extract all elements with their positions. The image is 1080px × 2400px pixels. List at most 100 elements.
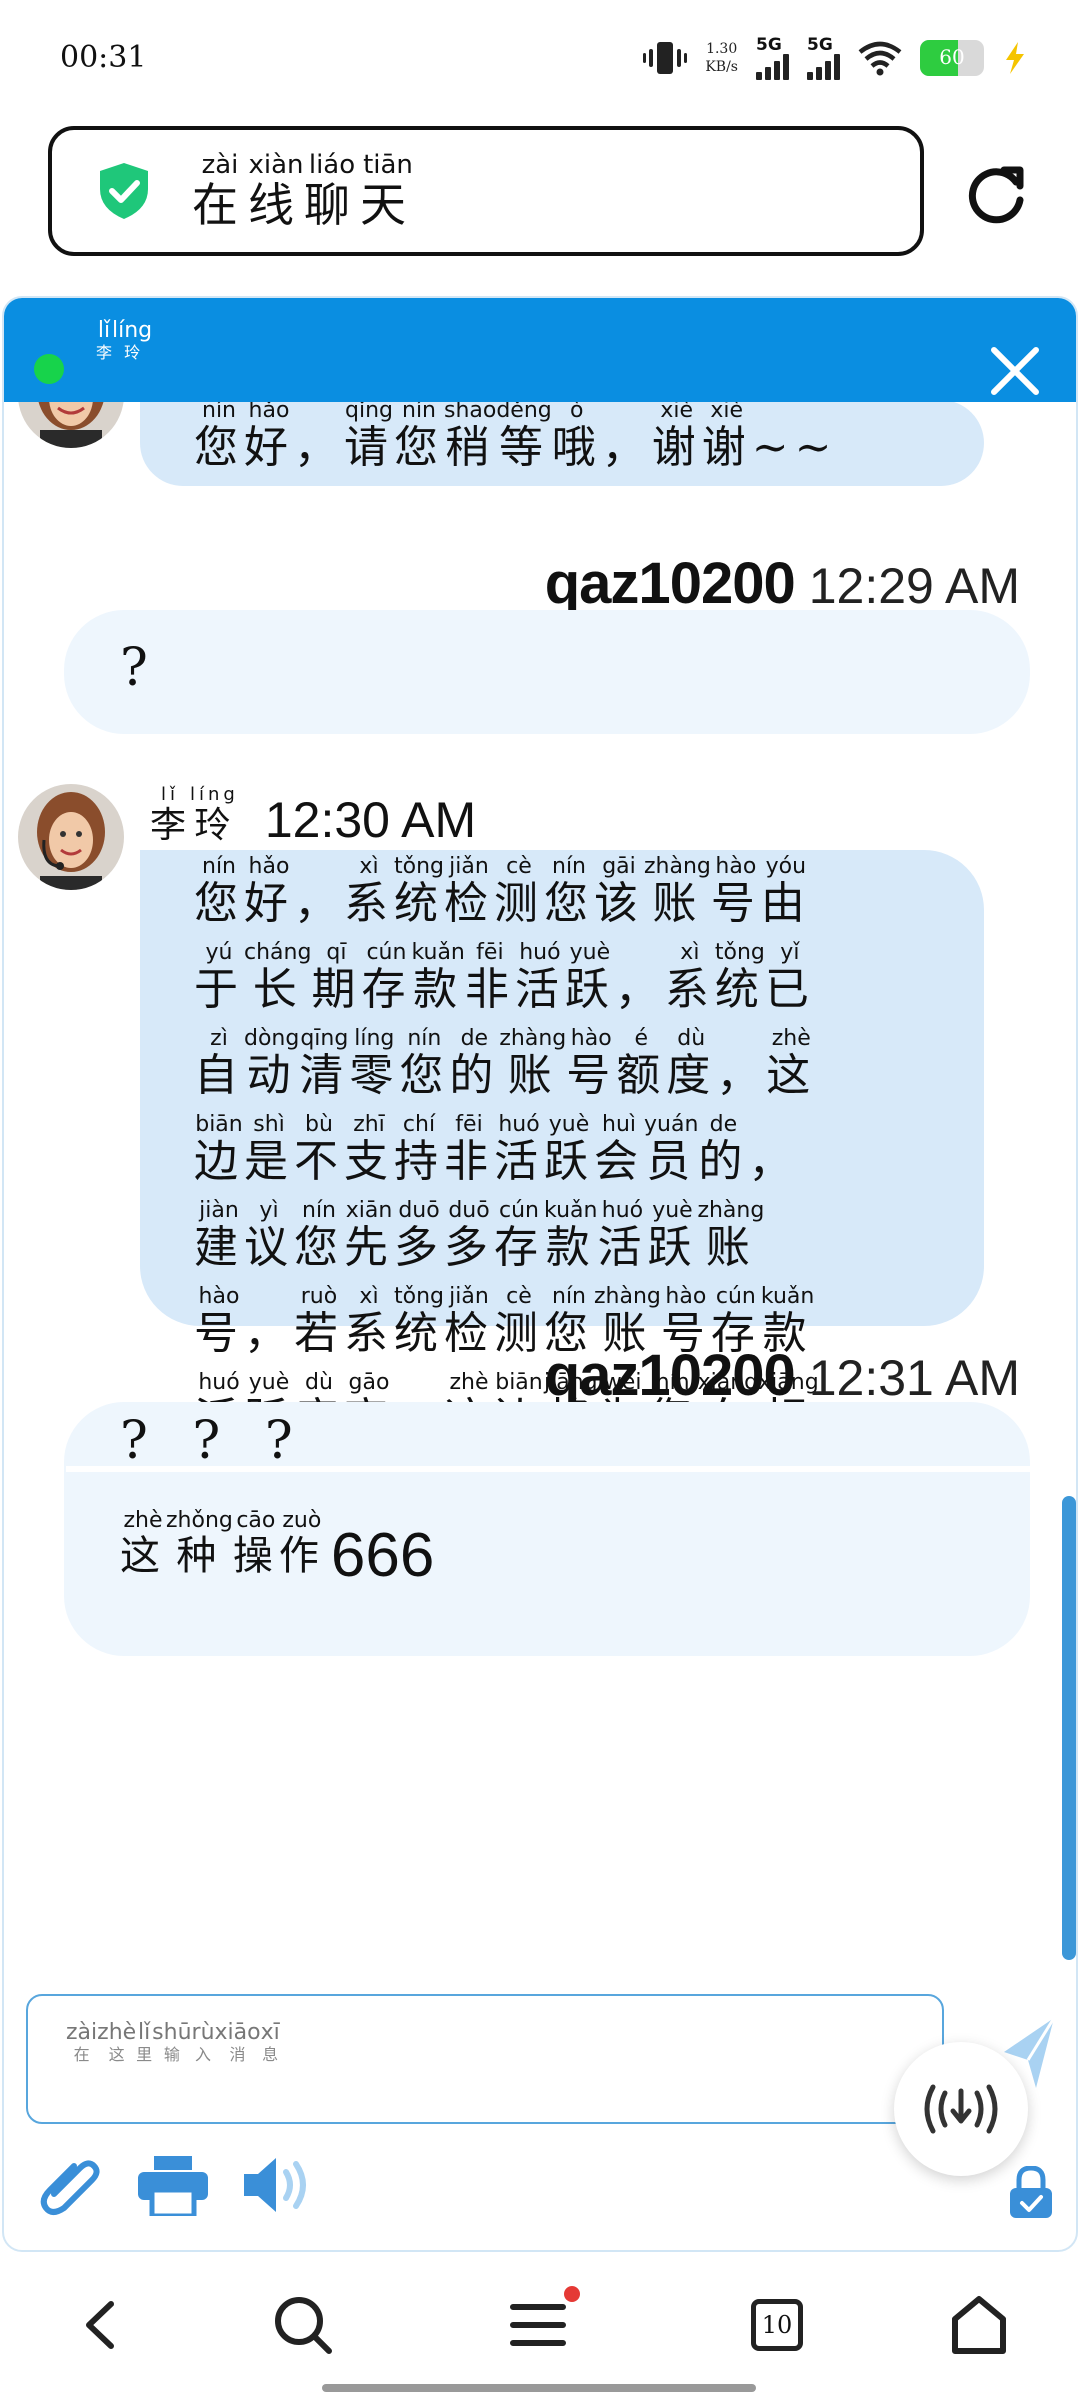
message-char: 款kuǎn xyxy=(411,940,465,1015)
placeholder-char: 在zài xyxy=(66,2020,98,2064)
message-char: 边biān xyxy=(194,1112,244,1187)
message-char: ， xyxy=(716,1050,767,1101)
scrollbar[interactable] xyxy=(1062,1496,1076,1960)
home-button[interactable] xyxy=(944,2290,1014,2360)
signal-icon xyxy=(807,54,840,80)
message-char: ~~ xyxy=(751,422,838,473)
charging-icon xyxy=(1006,42,1024,74)
home-icon xyxy=(952,2296,1006,2354)
message-line: 于yú长cháng期qī存cún款kuǎn非fēi活huó跃yuè， 系xì统t… xyxy=(194,940,974,1028)
back-button[interactable] xyxy=(66,2290,136,2360)
print-icon[interactable] xyxy=(138,2156,208,2216)
message-line: 您nín好hǎo， 系xì统tǒng检jiǎn测cè您nín该gāi账zhàng… xyxy=(194,854,974,942)
menu-icon xyxy=(510,2304,566,2346)
message-char: 长cháng xyxy=(244,940,312,1015)
message-char: 若ruò xyxy=(294,1284,344,1359)
net-speed-unit: KB/s xyxy=(705,59,738,75)
page-header: 在zài线xiàn聊liáo天tiān xyxy=(48,126,924,256)
placeholder-char: 里lǐ xyxy=(136,2020,153,2064)
message-char: 多duō xyxy=(444,1198,494,1273)
reload-icon[interactable] xyxy=(960,160,1030,230)
message-char: 存cún xyxy=(494,1198,544,1273)
message-char: 这zhè xyxy=(120,1508,166,1579)
message-char: 请qǐng xyxy=(344,402,394,473)
message-char: ， xyxy=(294,878,344,929)
search-button[interactable] xyxy=(268,2290,338,2360)
message-char: 号hào xyxy=(566,1026,617,1101)
message-char: 账zhàng xyxy=(499,1026,567,1101)
message-char: 您nín xyxy=(294,1198,344,1273)
user-message-text: ? xyxy=(120,638,148,698)
chat-panel: 李lǐ玲líng 您nín好hǎo， 请qǐng您nín稍shāo等děng哦ò… xyxy=(2,296,1078,2252)
message-char: 活huó xyxy=(597,1198,648,1273)
message-time: 12:30 AM xyxy=(264,792,477,848)
message-char: 跃yuè xyxy=(564,940,615,1015)
status-icons: 1.30 KB/s 5G 5G 60 xyxy=(643,30,1028,86)
tabs-button[interactable]: 10 xyxy=(742,2290,812,2360)
message-char: 谢xiè xyxy=(651,402,702,473)
user-message-header: qaz10200 12:29 AM xyxy=(545,550,1020,617)
message-char: 哦ò xyxy=(551,402,602,473)
message-char: 这zhè xyxy=(766,1026,817,1101)
message-char: 您nín xyxy=(194,402,244,473)
message-char: 号hào xyxy=(194,1284,244,1359)
message-char: 款kuǎn xyxy=(544,1198,598,1273)
agent-message-text: 您nín好hǎo， 请qǐng您nín稍shāo等děng哦ò， 谢xiè谢xi… xyxy=(194,402,838,486)
menu-button[interactable] xyxy=(504,2286,580,2360)
message-char: 检jiǎn xyxy=(444,854,494,929)
message-line: 建jiàn议yì您nín先xiān多duō多duō存cún款kuǎn活huó跃y… xyxy=(194,1198,974,1286)
message-char: ， xyxy=(294,422,344,473)
message-char: 支zhī xyxy=(344,1112,394,1187)
home-indicator[interactable] xyxy=(322,2384,756,2392)
lock-icon[interactable] xyxy=(1008,2166,1054,2220)
message-char: 号hào xyxy=(710,854,761,929)
message-list[interactable]: 您nín好hǎo， 请qǐng您nín稍shāo等děng哦ò， 谢xiè谢xi… xyxy=(4,402,1076,1982)
message-char: 是shì xyxy=(244,1112,294,1187)
message-char: 非fēi xyxy=(464,940,515,1015)
message-char: 您nín xyxy=(394,402,444,473)
message-char: 好hǎo xyxy=(244,854,294,929)
message-char: 系xì xyxy=(344,854,394,929)
message-input[interactable]: 在zài这zhè里lǐ输shū入rù消xiāo息xī xyxy=(26,1994,944,2124)
sim1-signal: 5G xyxy=(756,36,789,80)
message-char: 于yú xyxy=(194,940,244,1015)
message-char: 跃yuè xyxy=(544,1112,594,1187)
user-message-bubble xyxy=(64,610,1030,734)
message-char: 已yǐ xyxy=(764,940,815,1015)
title-char: 天tiān xyxy=(360,150,416,232)
net-speed-value: 1.30 xyxy=(706,41,738,57)
user-message-header: qaz10200 12:31 AM xyxy=(545,1342,1020,1409)
sender-name: qaz10200 xyxy=(544,1343,796,1408)
message-char: 动dòng xyxy=(244,1026,300,1101)
message-char: 账zhàng xyxy=(644,854,711,929)
notification-dot xyxy=(564,2286,580,2302)
message-char: 等děng xyxy=(496,402,552,473)
user-message-text: ? ? ? xyxy=(120,1411,307,1471)
agent-message-header: 李lǐ玲líng 12:30 AM xyxy=(150,784,477,848)
message-char: 谢xiè xyxy=(701,402,752,473)
close-icon[interactable] xyxy=(988,344,1042,398)
agent-name-char: 李lǐ xyxy=(150,784,191,846)
message-char: 统tǒng xyxy=(394,854,444,929)
placeholder-char: 入rù xyxy=(191,2020,215,2064)
message-char: 先xiān xyxy=(344,1198,394,1273)
message-char: 检jiǎn xyxy=(444,1284,494,1359)
attach-icon[interactable] xyxy=(40,2150,106,2216)
message-char: 该gāi xyxy=(594,854,644,929)
battery-icon: 60 xyxy=(920,40,984,76)
placeholder-char: 息xī xyxy=(260,2020,280,2064)
user-message-text-2-chars: 这zhè种zhǒng操cāo作zuò xyxy=(120,1508,325,1594)
message-char: 您nín xyxy=(544,854,594,929)
message-char: 好hǎo xyxy=(244,402,294,473)
message-char: 期qī xyxy=(311,940,362,1015)
message-char: 您nín xyxy=(194,854,244,929)
page-title: 在zài线xiàn聊liáo天tiān xyxy=(192,150,416,235)
message-char: 操cāo xyxy=(232,1508,279,1579)
agent-name: 李lǐ玲líng xyxy=(150,784,239,848)
message-char: 议yì xyxy=(244,1198,294,1273)
speaker-icon[interactable] xyxy=(240,2154,312,2216)
tab-count: 10 xyxy=(761,2311,793,2339)
net-speed: 1.30 KB/s xyxy=(705,40,738,76)
message-char: 由yóu xyxy=(760,854,811,929)
message-char: 的de xyxy=(698,1112,749,1187)
